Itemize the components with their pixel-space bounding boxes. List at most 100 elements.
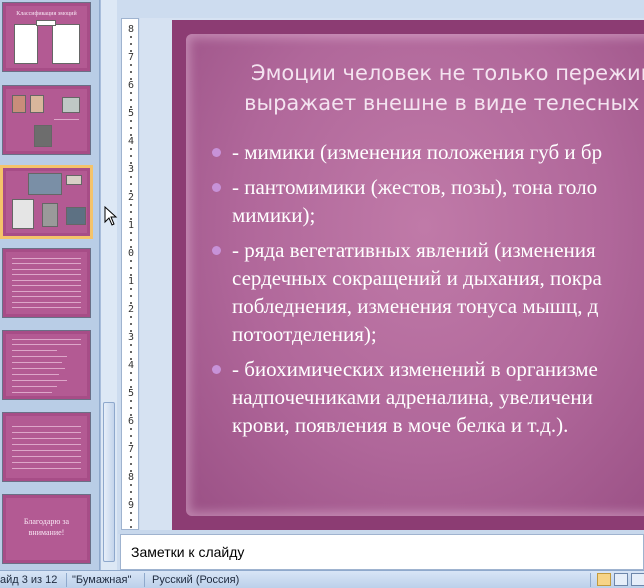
slide-title-line: Эмоции человек не только пережив [250, 61, 644, 85]
thumbnail-caption: Классификация эмоций [16, 11, 77, 17]
ruler-tick-mark [130, 428, 132, 430]
theme-name: "Бумажная" [72, 574, 132, 586]
top-strip [118, 0, 644, 18]
bullet-line: мимики); [232, 203, 316, 227]
ruler-tick-label: 2 [127, 304, 135, 315]
slide-thumbnail[interactable] [2, 330, 91, 400]
ruler-tick-mark [130, 407, 132, 409]
ruler-tick-mark [130, 92, 132, 94]
ruler-tick-label: 8 [127, 472, 135, 483]
bullet-line: крови, появления в моче белка и т.д.). [232, 413, 569, 437]
ruler-tick-mark [130, 183, 132, 185]
ruler-tick-mark [130, 344, 132, 346]
slide-counter: айд 3 из 12 [0, 574, 58, 586]
bullet-line: - пантомимики (жестов, позы), тона голо [232, 175, 598, 199]
ruler-tick-mark [130, 36, 132, 38]
language-indicator[interactable]: Русский (Россия) [152, 574, 239, 586]
ruler-tick-mark [130, 211, 132, 213]
ruler-tick-mark [130, 316, 132, 318]
ruler-tick-mark [130, 463, 132, 465]
slide-thumbnail[interactable] [2, 412, 91, 482]
ruler-tick-mark [130, 295, 132, 297]
slide-thumbnail[interactable] [2, 248, 91, 318]
ruler-tick-mark [130, 148, 132, 150]
ruler-tick-label: 5 [127, 388, 135, 399]
bullet-line: - ряда вегетативных явлений (изменения [232, 238, 596, 262]
ruler-tick-mark [130, 43, 132, 45]
slide-thumbnail-selected[interactable] [0, 165, 93, 239]
bullet-line: - биохимических изменений в организме [232, 357, 598, 381]
ruler-tick-mark [130, 239, 132, 241]
notes-placeholder: Заметки к слайду [131, 544, 245, 560]
bullet-line: побледнения, изменения тонуса мышц, д [232, 294, 599, 318]
ruler-tick-label: 0 [127, 248, 135, 259]
ruler-tick-mark [130, 120, 132, 122]
slide-title-line: выражает внешне в виде телесных п [244, 91, 644, 115]
ruler-tick-mark [130, 155, 132, 157]
ruler-tick-mark [130, 379, 132, 381]
ruler-tick-label: 5 [127, 108, 135, 119]
slide-title[interactable]: Эмоции человек не только пережив выражае… [232, 58, 644, 118]
bullet-line: - мимики (изменения положения губ и бр [232, 140, 603, 164]
ruler-tick-mark [130, 456, 132, 458]
bullet-line: сердечных сокращений и дыхания, покра [232, 266, 602, 290]
status-bar: айд 3 из 12 "Бумажная" Русский (Россия) [0, 570, 644, 588]
bullet-item: - биохимических изменений в организме на… [212, 355, 644, 439]
ruler-tick-mark [130, 267, 132, 269]
ruler-tick-mark [130, 232, 132, 234]
slide-thumbnail[interactable] [2, 85, 91, 155]
ruler-tick-label: 3 [127, 332, 135, 343]
thumbnail-caption: Благодарю за внимание! [23, 517, 70, 537]
bullet-item: - ряда вегетативных явлений (изменения с… [212, 236, 644, 348]
ruler-tick-mark [130, 400, 132, 402]
bullet-item: - мимики (изменения положения губ и бр [212, 138, 644, 166]
ruler-tick-label: 4 [127, 136, 135, 147]
ruler-tick-mark [130, 260, 132, 262]
powerpoint-window: Классификация эмоций Благодарю за вниман… [0, 0, 644, 588]
ruler-tick-mark [130, 127, 132, 129]
ruler-tick-mark [130, 71, 132, 73]
bullet-marker [212, 183, 221, 192]
bullet-marker [212, 246, 221, 255]
slide-thumbnail[interactable]: Благодарю за внимание! [2, 494, 91, 564]
slide-sorter-button[interactable] [614, 573, 628, 586]
slide-bullets[interactable]: - мимики (изменения положения губ и бр -… [212, 138, 644, 446]
ruler-tick-label: 6 [127, 80, 135, 91]
ruler-tick-mark [130, 526, 132, 528]
ruler-tick-mark [130, 323, 132, 325]
ruler-tick-mark [130, 351, 132, 353]
ruler-tick-label: 1 [127, 276, 135, 287]
vertical-ruler: 8 7 6 5 4 3 2 1 0 1 2 3 4 5 6 7 8 9 [121, 18, 139, 530]
ruler-tick-label: 4 [127, 360, 135, 371]
ruler-tick-label: 7 [127, 444, 135, 455]
bullet-marker [212, 148, 221, 157]
ruler-tick-mark [130, 512, 132, 514]
ruler-tick-mark [130, 204, 132, 206]
ruler-tick-mark [130, 491, 132, 493]
ruler-tick-mark [130, 372, 132, 374]
ruler-tick-mark [130, 99, 132, 101]
slide-canvas: Эмоции человек не только пережив выражае… [140, 18, 644, 530]
ruler-tick-mark [130, 64, 132, 66]
ruler-tick-mark [130, 176, 132, 178]
normal-view-button[interactable] [597, 573, 611, 586]
thumbnails-scrollbar[interactable] [100, 0, 117, 570]
scrollbar-thumb[interactable] [103, 402, 115, 562]
ruler-tick-mark [130, 484, 132, 486]
notes-pane[interactable]: Заметки к слайду [120, 534, 644, 570]
bullet-line: потоотделения); [232, 322, 377, 346]
ruler-tick-label: 8 [127, 24, 135, 35]
slide-thumbnails-panel: Классификация эмоций Благодарю за вниман… [0, 0, 100, 570]
slide[interactable]: Эмоции человек не только пережив выражае… [172, 20, 644, 530]
ruler-tick-label: 2 [127, 192, 135, 203]
ruler-tick-label: 1 [127, 220, 135, 231]
slide-thumbnail[interactable]: Классификация эмоций [2, 2, 91, 72]
bullet-line: надпочечниками адреналина, увеличени [232, 385, 593, 409]
ruler-tick-mark [130, 288, 132, 290]
ruler-tick-label: 7 [127, 52, 135, 63]
ruler-tick-label: 6 [127, 416, 135, 427]
bullet-marker [212, 365, 221, 374]
slide-show-button[interactable] [631, 573, 644, 586]
mouse-cursor-icon [104, 206, 118, 226]
ruler-tick-mark [130, 435, 132, 437]
